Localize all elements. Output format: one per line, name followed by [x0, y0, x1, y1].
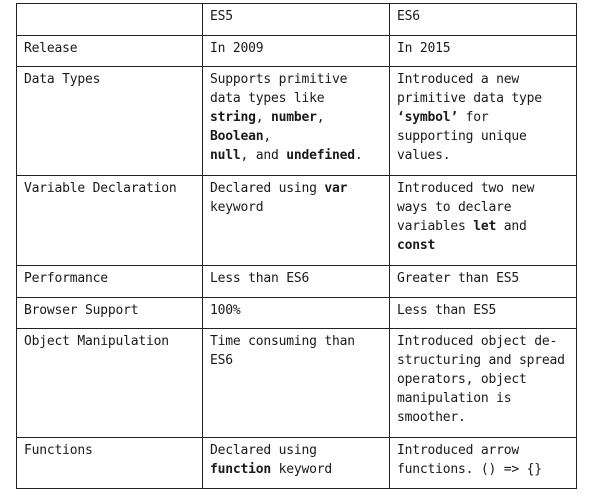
object-manipulation-es5-cell: Time consuming than ES6 [202, 328, 390, 438]
functions-es5-cell: Declared using function keyword [202, 437, 390, 489]
functions-es5-text-1: Declared using [210, 443, 317, 458]
variable-declaration-es6-cell: Introduced two new ways to declare varia… [389, 175, 577, 266]
data-types-es5-string: string [210, 110, 256, 125]
data-types-es5-text-2: , [255, 110, 272, 125]
variable-declaration-es6-const: const [397, 238, 436, 253]
es5-vs-es6-table: ES5 ES6 Release In 2009 In 2015 Data Typ… [16, 3, 577, 489]
browser-support-feature-cell: Browser Support [16, 297, 203, 329]
release-feature-cell: Release [16, 35, 203, 67]
table-row-variable-declaration: Variable Declaration Declared using var … [16, 175, 577, 266]
data-types-es5-text-6: . [354, 148, 363, 163]
data-types-es5-undefined: undefined [286, 148, 355, 163]
data-types-es5-null: null [210, 148, 241, 163]
variable-declaration-es5-text-2: keyword [210, 200, 264, 215]
table-row-performance: Performance Less than ES6 Greater than E… [16, 265, 577, 298]
table-row-release: Release In 2009 In 2015 [16, 35, 577, 67]
performance-feature-cell: Performance [16, 265, 203, 298]
data-types-feature-cell: Data Types [16, 66, 203, 176]
data-types-es5-boolean: Boolean [210, 129, 264, 144]
data-types-es6-cell: Introduced a new primitive data type ‘sy… [389, 66, 577, 176]
release-es5-cell: In 2009 [202, 35, 390, 67]
variable-declaration-es6-text-2: and [496, 219, 527, 234]
browser-support-es6-cell: Less than ES5 [389, 297, 577, 329]
data-types-es5-cell: Supports primitive data types like strin… [202, 66, 390, 176]
functions-feature-cell: Functions [16, 437, 203, 489]
object-manipulation-es6-cell: Introduced object de-structuring and spr… [389, 328, 577, 438]
variable-declaration-es5-cell: Declared using var keyword [202, 175, 390, 266]
release-es6-cell: In 2015 [389, 35, 577, 67]
data-types-es5-text-3: , [316, 110, 325, 125]
data-types-es5-text-4: , [263, 129, 272, 144]
functions-es5-text-2: keyword [271, 462, 333, 477]
functions-es6-cell: Introduced arrow functions. () => {} [389, 437, 577, 489]
browser-support-es5-cell: 100% [202, 297, 390, 329]
header-feature-cell [16, 3, 203, 36]
performance-es5-cell: Less than ES6 [202, 265, 390, 298]
data-types-es6-text-1: Introduced a new primitive data type [397, 72, 542, 106]
data-types-es5-number: number [271, 110, 317, 125]
performance-es6-cell: Greater than ES5 [389, 265, 577, 298]
data-types-es5-text-5: , and [240, 148, 287, 163]
table-row-browser-support: Browser Support 100% Less than ES5 [16, 297, 577, 329]
variable-declaration-es6-let: let [473, 219, 497, 234]
data-types-es5-text-1: Supports primitive data types like [210, 72, 348, 106]
variable-declaration-es5-text-1: Declared using [210, 181, 325, 196]
header-es5-cell: ES5 [202, 3, 390, 36]
object-manipulation-feature-cell: Object Manipulation [16, 328, 203, 438]
table-row-object-manipulation: Object Manipulation Time consuming than … [16, 328, 577, 438]
variable-declaration-es5-var: var [324, 181, 348, 196]
header-es6-cell: ES6 [389, 3, 577, 36]
variable-declaration-feature-cell: Variable Declaration [16, 175, 203, 266]
table-row-functions: Functions Declared using function keywor… [16, 437, 577, 489]
table-header-row: ES5 ES6 [16, 3, 577, 36]
functions-es5-function: function [210, 462, 272, 477]
table-row-data-types: Data Types Supports primitive data types… [16, 66, 577, 176]
data-types-es6-symbol: ‘symbol’ [397, 110, 459, 125]
